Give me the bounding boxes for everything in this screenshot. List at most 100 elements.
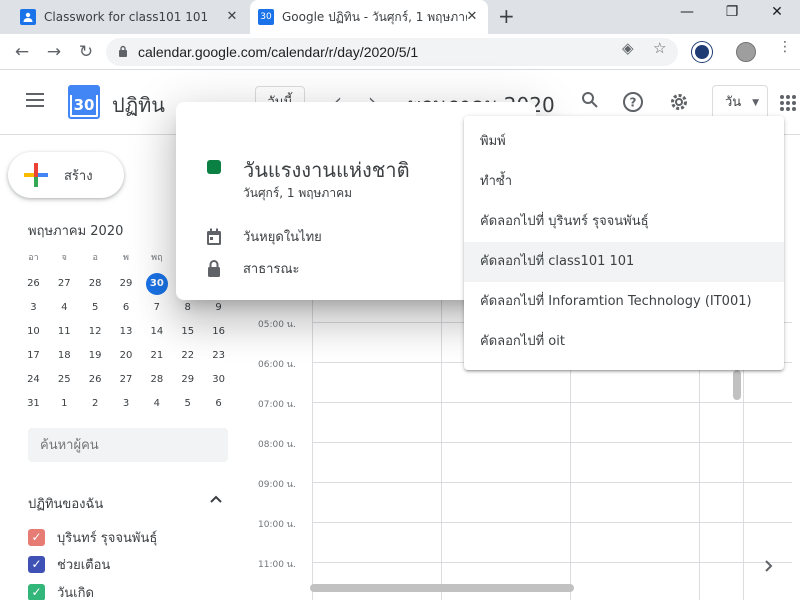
extension-icon[interactable]: [692, 42, 712, 62]
event-options-menu: พิมพ์ ทำซ้ำ คัดลอกไปที่ บุรินทร์ รุจจนพั…: [464, 116, 784, 370]
help-icon[interactable]: ?: [621, 91, 645, 115]
app-title: ปฏิทิน: [112, 93, 165, 117]
mini-calendar-day[interactable]: 14: [141, 320, 172, 344]
day-number: 27: [119, 374, 133, 385]
mini-calendar-day[interactable]: 22: [172, 344, 203, 368]
cast-icon[interactable]: ◈: [622, 39, 634, 57]
menu-item-duplicate[interactable]: ทำซ้ำ: [464, 162, 784, 202]
time-label: 08:00 น.: [258, 440, 296, 450]
menu-item-print[interactable]: พิมพ์: [464, 122, 784, 162]
mini-calendar-day[interactable]: 27: [49, 272, 80, 296]
mini-calendar-day[interactable]: 21: [141, 344, 172, 368]
calendar-logo-icon: 30: [68, 85, 100, 119]
mini-calendar-day[interactable]: 27: [111, 368, 142, 392]
mini-calendar-day[interactable]: 4: [141, 392, 172, 416]
mini-calendar-day[interactable]: 26: [80, 368, 111, 392]
close-tab-icon[interactable]: ✕: [464, 9, 480, 25]
mini-calendar-day[interactable]: 6: [203, 392, 234, 416]
mini-calendar-day[interactable]: 25: [49, 368, 80, 392]
mini-calendar-day[interactable]: 12: [80, 320, 111, 344]
mini-calendar-day[interactable]: 15: [172, 320, 203, 344]
search-people-input[interactable]: [28, 428, 228, 462]
mini-calendar-day[interactable]: 13: [111, 320, 142, 344]
calendar-name: บุรินทร์ รุจจนพันธุ์: [57, 530, 158, 546]
mini-calendar-day[interactable]: 28: [80, 272, 111, 296]
weekday-label: พ: [123, 253, 129, 263]
mini-calendar-day[interactable]: 30: [203, 368, 234, 392]
mini-calendar-day[interactable]: 20: [111, 344, 142, 368]
mini-calendar-day[interactable]: 24: [18, 368, 49, 392]
mini-calendar-day[interactable]: 17: [18, 344, 49, 368]
profile-avatar[interactable]: [736, 42, 756, 62]
mini-calendar-day[interactable]: 29: [111, 272, 142, 296]
mini-calendar-day[interactable]: 4: [49, 296, 80, 320]
hour-line: [312, 482, 792, 483]
browser-tab-calendar[interactable]: 30 Google ปฏิทิน - วันศุกร์, 1 พฤษภาคม 2…: [250, 0, 488, 34]
mini-calendar-day[interactable]: 26: [18, 272, 49, 296]
mini-calendar-day[interactable]: 7: [141, 296, 172, 320]
close-window-icon[interactable]: ✕: [765, 4, 789, 20]
side-panel-expand-icon[interactable]: [765, 560, 773, 576]
mini-calendar-day[interactable]: 31: [18, 392, 49, 416]
mini-calendar-day[interactable]: 1: [49, 392, 80, 416]
calendar-item[interactable]: ✓ บุรินทร์ รุจจนพันธุ์: [28, 526, 157, 548]
checkbox-checked-icon[interactable]: ✓: [28, 528, 45, 546]
url-text: calendar.google.com/calendar/r/day/2020/…: [138, 44, 419, 60]
collapse-caret-icon[interactable]: [210, 492, 222, 507]
mini-calendar-day[interactable]: 10: [18, 320, 49, 344]
menu-item-copy-to-oit[interactable]: คัดลอกไปที่ oit: [464, 322, 784, 362]
checkbox-checked-icon[interactable]: ✓: [28, 583, 45, 600]
mini-calendar-day[interactable]: 19: [80, 344, 111, 368]
new-tab-icon[interactable]: +: [498, 6, 515, 26]
mini-calendar-day[interactable]: 16: [203, 320, 234, 344]
time-label: 07:00 น.: [258, 400, 296, 410]
mini-calendar-day[interactable]: 18: [49, 344, 80, 368]
forward-icon[interactable]: →: [42, 40, 66, 64]
hour-line: [312, 522, 792, 523]
browser-tab-classwork[interactable]: Classwork for class101 101 ✕: [12, 0, 248, 34]
calendar-item[interactable]: ✓ ช่วยเตือน: [28, 553, 110, 575]
main-menu-icon[interactable]: [26, 93, 44, 107]
mini-calendar-day-selected[interactable]: 30: [141, 272, 172, 296]
bookmark-star-icon[interactable]: ☆: [653, 39, 666, 57]
mini-calendar-day[interactable]: 2: [80, 392, 111, 416]
time-label: 10:00 น.: [258, 520, 296, 530]
create-button[interactable]: สร้าง: [8, 152, 124, 198]
mini-calendar-day[interactable]: 3: [18, 296, 49, 320]
mini-calendar-day[interactable]: 6: [111, 296, 142, 320]
mini-calendar-day[interactable]: 5: [80, 296, 111, 320]
calendar-icon: [204, 228, 224, 246]
browser-menu-icon[interactable]: ⋮: [778, 39, 792, 55]
horizontal-scrollbar[interactable]: [310, 584, 574, 592]
minimize-icon[interactable]: —: [675, 4, 699, 20]
restore-icon[interactable]: ❐: [720, 4, 744, 20]
settings-gear-icon[interactable]: [667, 91, 691, 115]
close-tab-icon[interactable]: ✕: [224, 9, 240, 25]
calendar-item[interactable]: ✓ วันเกิด: [28, 581, 94, 600]
back-icon[interactable]: ←: [10, 40, 34, 64]
mini-calendar-day[interactable]: 29: [172, 368, 203, 392]
time-label: 11:00 น.: [258, 560, 296, 570]
mini-calendar-day[interactable]: 11: [49, 320, 80, 344]
time-label: 06:00 น.: [258, 360, 296, 370]
day-number: 25: [57, 374, 71, 385]
search-icon[interactable]: [578, 91, 602, 115]
google-apps-icon[interactable]: [780, 95, 800, 111]
view-label: วัน: [725, 95, 742, 110]
day-number: 22: [181, 350, 195, 361]
menu-item-copy-to-class101[interactable]: คัดลอกไปที่ class101 101: [464, 242, 784, 282]
calendar-favicon-icon: 30: [258, 9, 274, 25]
mini-calendar-week: 17 18 19 20 21 22 23: [18, 344, 234, 368]
day-number: 8: [184, 302, 191, 313]
vertical-scrollbar[interactable]: [733, 370, 741, 400]
menu-item-copy-to-it001[interactable]: คัดลอกไปที่ Inforamtion Technology (IT00…: [464, 282, 784, 322]
mini-calendar-day[interactable]: 5: [172, 392, 203, 416]
reload-icon[interactable]: ↻: [74, 40, 98, 64]
mini-calendar-day[interactable]: 3: [111, 392, 142, 416]
mini-calendar-day[interactable]: 28: [141, 368, 172, 392]
address-bar[interactable]: calendar.google.com/calendar/r/day/2020/…: [106, 38, 678, 66]
menu-item-copy-to-personal[interactable]: คัดลอกไปที่ บุรินทร์ รุจจนพันธุ์: [464, 202, 784, 242]
mini-calendar-day[interactable]: 23: [203, 344, 234, 368]
checkbox-checked-icon[interactable]: ✓: [28, 555, 45, 573]
day-number: 5: [184, 398, 191, 409]
